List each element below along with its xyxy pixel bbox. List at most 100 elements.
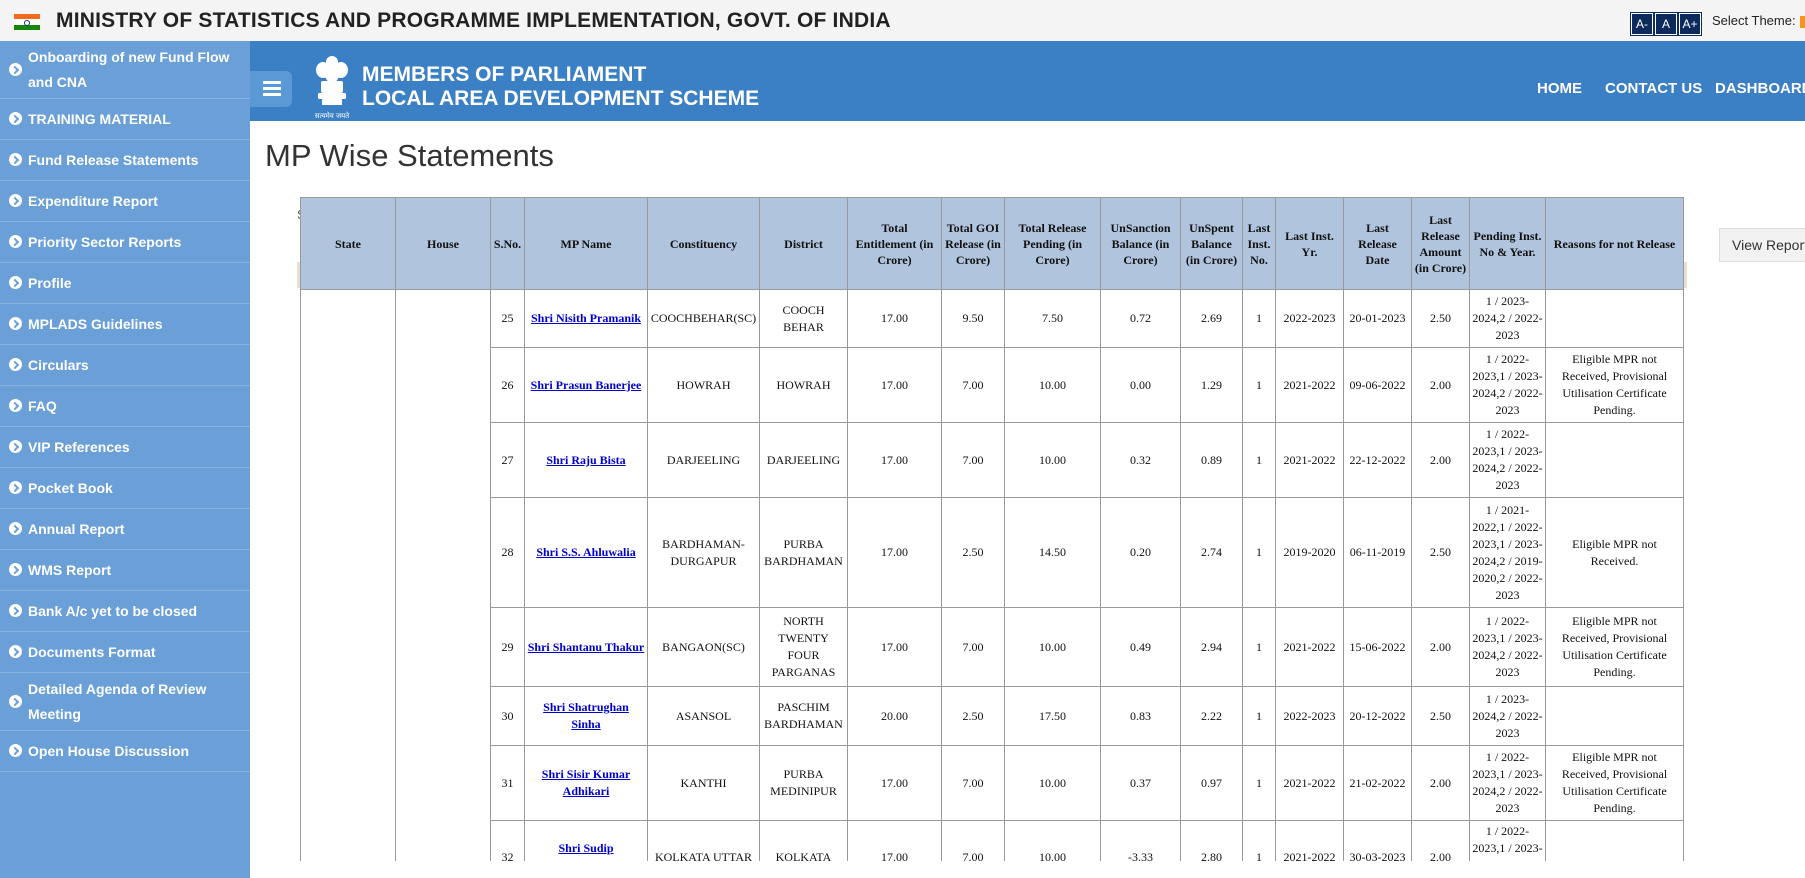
sidebar-item-training-material[interactable]: TRAINING MATERIAL	[0, 99, 250, 140]
house-cell	[395, 422, 491, 498]
sidebar-item-guidelines[interactable]: MPLADS Guidelines	[0, 304, 250, 345]
mp-name-link[interactable]: Shri Prasun Banerjee	[531, 378, 642, 392]
unsanction-cell: 0.83	[1100, 686, 1181, 746]
mp-name-cell: Shri Raju Bista	[524, 422, 648, 498]
unsanction-cell: -3.33	[1100, 820, 1181, 861]
mp-name-link[interactable]: Shri Nisith Pramanik	[531, 311, 641, 325]
pending-inst-cell: 1 / 2022-2023,1 / 2023-2024,2 / 2022-202…	[1469, 422, 1546, 498]
font-normal-button[interactable]: A	[1655, 13, 1677, 35]
sidebar-item-vip-references[interactable]: VIP References	[0, 427, 250, 468]
mp-name-link[interactable]: Shri Raju Bista	[546, 453, 625, 467]
sidebar-item-fund-release[interactable]: Fund Release Statements	[0, 140, 250, 181]
house-cell	[395, 607, 491, 687]
chevron-circle-icon	[9, 62, 22, 76]
font-increase-button[interactable]: A+	[1679, 13, 1701, 35]
sidebar-item-documents-format[interactable]: Documents Format	[0, 632, 250, 673]
nav-home[interactable]: HOME	[1537, 80, 1582, 97]
mp-statements-table: State House S.No. MP Name Constituency D…	[300, 197, 1684, 861]
unspent-cell: 1.29	[1180, 347, 1243, 423]
mp-name-link[interactable]: Shri Sudip Bandyopadhyay	[544, 841, 627, 861]
reason-cell: Eligible MPR not Received.	[1545, 497, 1684, 608]
unspent-cell: 2.74	[1180, 497, 1243, 608]
unsanction-cell: 0.32	[1100, 422, 1181, 498]
theme-orange-swatch[interactable]	[1800, 16, 1805, 28]
nav-dashboard[interactable]: DASHBOARD	[1715, 80, 1805, 97]
last-inst-cell: 1	[1242, 289, 1276, 348]
sidebar-item-faq[interactable]: FAQ	[0, 386, 250, 427]
mp-name-cell: Shri Nisith Pramanik	[524, 289, 648, 348]
sidebar-item-circulars[interactable]: Circulars	[0, 345, 250, 386]
state-cell	[300, 497, 396, 608]
sidebar-item-onboarding[interactable]: Onboarding of new Fund Flow and CNA	[0, 41, 250, 99]
mp-name-cell: Shri Sudip Bandyopadhyay	[524, 820, 648, 861]
pending-cell: 14.50	[1004, 497, 1101, 608]
last-amount-cell: 2.50	[1411, 686, 1470, 746]
chevron-circle-icon	[9, 744, 22, 757]
column-header: Last Inst. Yr.	[1275, 197, 1344, 290]
sidebar-item-review-agenda[interactable]: Detailed Agenda of Review Meeting	[0, 673, 250, 731]
entitlement-cell: 17.00	[847, 745, 942, 821]
table-row: 29 Shri Shantanu Thakur BANGAON(SC) NORTH T…	[300, 607, 1684, 687]
sidebar-item-bank-accounts[interactable]: Bank A/c yet to be closed	[0, 591, 250, 632]
font-decrease-button[interactable]: A-	[1631, 13, 1653, 35]
chevron-circle-icon	[9, 694, 22, 708]
sidebar-item-wms-report[interactable]: WMS Report	[0, 550, 250, 591]
sidebar-item-pocket-book[interactable]: Pocket Book	[0, 468, 250, 509]
menu-toggle-button[interactable]	[250, 71, 292, 107]
sidebar-item-expenditure[interactable]: Expenditure Report	[0, 181, 250, 222]
top-bar: MINISTRY OF STATISTICS AND PROGRAMME IMP…	[0, 0, 1805, 42]
column-header: Total Entitlement (in Crore)	[847, 197, 942, 290]
column-header: Last Release Amount (in Crore)	[1411, 197, 1470, 290]
pending-inst-cell: 1 / 2023-2024,2 / 2022-2023	[1469, 686, 1546, 746]
last-yr-cell: 2021-2022	[1275, 347, 1344, 423]
sidebar-item-priority-sector[interactable]: Priority Sector Reports	[0, 222, 250, 263]
chevron-circle-icon	[9, 563, 22, 576]
sno-cell: 25	[490, 289, 525, 348]
house-cell	[395, 289, 491, 348]
district-cell: HOWRAH	[759, 347, 848, 423]
district-cell: PURBA MEDINIPUR	[759, 745, 848, 821]
view-report-button[interactable]: View Report	[1719, 228, 1805, 262]
pending-cell: 10.00	[1004, 745, 1101, 821]
mp-name-link[interactable]: Shri S.S. Ahluwalia	[536, 545, 635, 559]
column-header: MP Name	[524, 197, 648, 290]
last-inst-cell: 1	[1242, 820, 1276, 861]
table-row: 31 Shri Sisir Kumar Adhikari KANTHI PURBA M…	[300, 745, 1684, 821]
chevron-circle-icon	[9, 481, 22, 494]
unspent-cell: 0.89	[1180, 422, 1243, 498]
sidebar-item-profile[interactable]: Profile	[0, 263, 250, 304]
last-inst-cell: 1	[1242, 607, 1276, 687]
mp-name-link[interactable]: Shri Shatrughan Sinha	[543, 700, 629, 731]
sidebar-item-open-house[interactable]: Open House Discussion	[0, 731, 250, 772]
sno-cell: 26	[490, 347, 525, 423]
india-flag-icon	[14, 14, 40, 30]
goi-release-cell: 7.00	[941, 422, 1005, 498]
last-yr-cell: 2022-2023	[1275, 289, 1344, 348]
goi-release-cell: 7.00	[941, 745, 1005, 821]
last-amount-cell: 2.00	[1411, 745, 1470, 821]
chevron-circle-icon	[9, 112, 22, 125]
sno-cell: 29	[490, 607, 525, 687]
chevron-circle-icon	[9, 399, 22, 412]
mp-name-link[interactable]: Shri Shantanu Thakur	[528, 640, 645, 654]
table-header-row: State House S.No. MP Name Constituency D…	[300, 197, 1684, 290]
sidebar-item-annual-report[interactable]: Annual Report	[0, 509, 250, 550]
theme-label: Select Theme:	[1712, 13, 1796, 28]
unsanction-cell: 0.00	[1100, 347, 1181, 423]
column-header: Last Release Date	[1343, 197, 1412, 290]
district-cell: PURBA BARDHAMAN	[759, 497, 848, 608]
entitlement-cell: 17.00	[847, 820, 942, 861]
mp-name-link[interactable]: Shri Sisir Kumar Adhikari	[542, 767, 630, 798]
state-cell	[300, 686, 396, 746]
last-amount-cell: 2.00	[1411, 422, 1470, 498]
chevron-circle-icon	[9, 317, 22, 330]
sno-cell: 28	[490, 497, 525, 608]
house-cell	[395, 745, 491, 821]
column-header: Pending Inst. No & Year.	[1469, 197, 1546, 290]
last-yr-cell: 2021-2022	[1275, 820, 1344, 861]
goi-release-cell: 9.50	[941, 289, 1005, 348]
district-cell: NORTH TWENTY FOUR PARGANAS	[759, 607, 848, 687]
mp-name-cell: Shri Prasun Banerjee	[524, 347, 648, 423]
unspent-cell: 2.94	[1180, 607, 1243, 687]
nav-contact-us[interactable]: CONTACT US	[1605, 80, 1702, 97]
